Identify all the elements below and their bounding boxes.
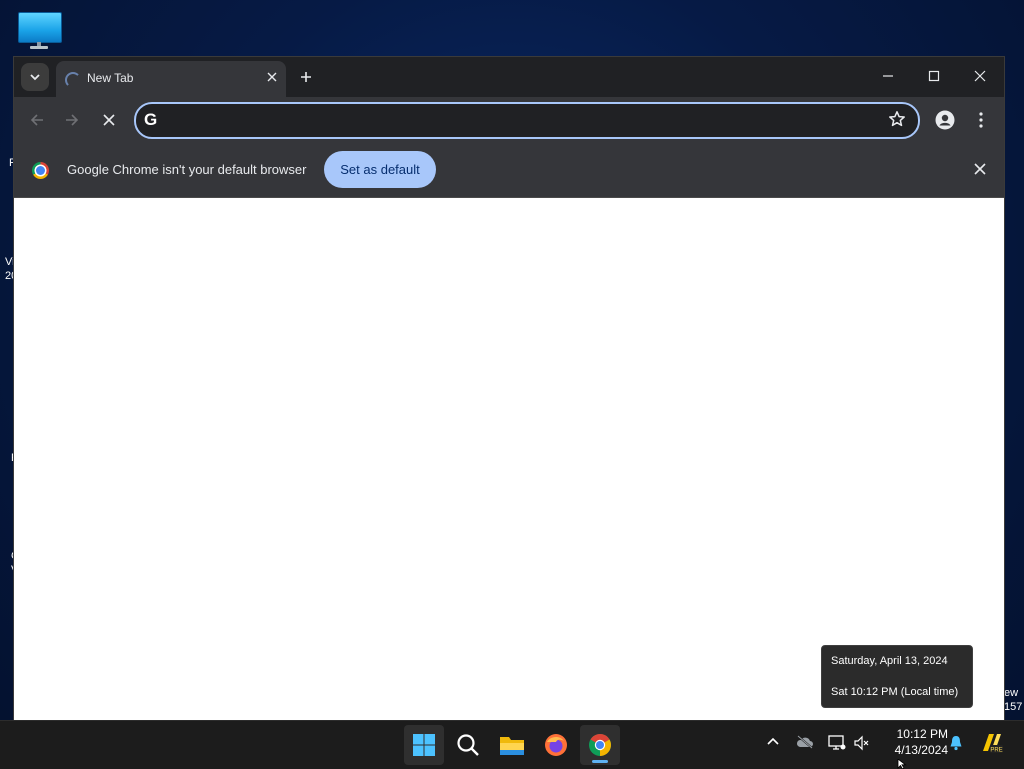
clock-tooltip: Saturday, April 13, 2024 Sat 10:12 PM (L…	[821, 645, 973, 708]
cloud-offline-icon	[796, 735, 813, 749]
start-icon	[413, 734, 435, 756]
menu-button[interactable]	[968, 107, 994, 133]
chevron-up-icon	[767, 737, 779, 745]
tab-search-button[interactable]	[21, 63, 49, 91]
tooltip-date-line: Saturday, April 13, 2024	[831, 655, 948, 667]
copilot-pre-icon: PRE	[983, 734, 1003, 754]
set-as-default-button[interactable]: Set as default	[324, 151, 436, 188]
clock-date: 4/13/2024	[894, 743, 948, 757]
close-icon	[974, 70, 986, 82]
tab-new-tab[interactable]: New Tab	[56, 61, 286, 97]
search-icon	[457, 734, 479, 756]
onedrive-button[interactable]	[796, 735, 814, 754]
plus-icon	[301, 72, 311, 82]
network-icon	[828, 735, 846, 750]
chrome-taskbar-button[interactable]	[580, 725, 620, 765]
new-tab-button[interactable]	[296, 67, 316, 87]
active-indicator	[592, 760, 608, 763]
back-button[interactable]	[24, 107, 50, 133]
network-button[interactable]	[828, 735, 846, 756]
close-icon	[974, 163, 986, 175]
infobar-message: Google Chrome isn't your default browser	[67, 162, 307, 177]
taskbar-search-button[interactable]	[448, 725, 488, 765]
address-bar[interactable]: G	[134, 102, 920, 139]
close-icon	[267, 72, 277, 82]
close-window-button[interactable]	[957, 57, 1003, 95]
volume-button[interactable]	[854, 735, 870, 756]
volume-muted-icon	[854, 735, 869, 751]
tab-strip: New Tab	[14, 57, 1004, 97]
system-clock[interactable]: 10:12 PM 4/13/2024	[878, 726, 948, 758]
this-pc-desktop-icon[interactable]	[18, 12, 62, 50]
file-explorer-icon	[500, 737, 524, 755]
desktop-label-fragment: 157	[1004, 701, 1023, 713]
maximize-icon	[928, 70, 940, 82]
chevron-down-icon	[30, 74, 40, 81]
arrow-right-icon	[66, 114, 79, 126]
show-hidden-icons-button[interactable]	[766, 735, 780, 754]
notifications-button[interactable]	[949, 735, 963, 756]
chrome-window: New Tab G Google Chrome isn't your defau…	[14, 57, 1004, 720]
tooltip-time-line: Sat 10:12 PM (Local time)	[831, 686, 959, 698]
page-content[interactable]	[14, 198, 1004, 720]
svg-text:PRE: PRE	[990, 748, 1002, 754]
stop-loading-button[interactable]	[96, 107, 122, 133]
browser-toolbar: G	[14, 97, 1004, 143]
file-explorer-button[interactable]	[492, 725, 532, 765]
forward-button[interactable]	[59, 107, 85, 133]
profile-button[interactable]	[932, 107, 958, 133]
profile-avatar-icon	[935, 110, 955, 130]
bell-icon	[950, 736, 962, 751]
minimize-icon	[883, 75, 893, 77]
firefox-button[interactable]	[536, 725, 576, 765]
desktop-label-fragment: ew	[1004, 687, 1019, 699]
default-browser-infobar: Google Chrome isn't your default browser…	[14, 143, 1004, 198]
arrow-left-icon	[30, 114, 43, 126]
close-icon	[103, 114, 115, 126]
google-g-icon: G	[144, 110, 158, 129]
tab-title: New Tab	[87, 71, 134, 85]
address-input[interactable]	[170, 108, 874, 134]
taskbar: PRE	[0, 720, 1024, 769]
tab-close-button[interactable]	[264, 69, 280, 85]
loading-spinner-icon	[65, 72, 81, 88]
copilot-button[interactable]: PRE	[980, 731, 1004, 760]
star-icon	[889, 111, 905, 127]
start-button[interactable]	[404, 725, 444, 765]
chrome-icon	[589, 734, 611, 756]
bookmark-star-button[interactable]	[888, 110, 906, 133]
maximize-button[interactable]	[911, 57, 957, 95]
chrome-logo-icon	[32, 162, 49, 179]
firefox-icon	[545, 734, 567, 756]
infobar-close-button[interactable]	[974, 162, 986, 180]
minimize-button[interactable]	[865, 57, 911, 95]
clock-time: 10:12 PM	[896, 727, 948, 741]
more-vertical-icon	[979, 112, 983, 128]
